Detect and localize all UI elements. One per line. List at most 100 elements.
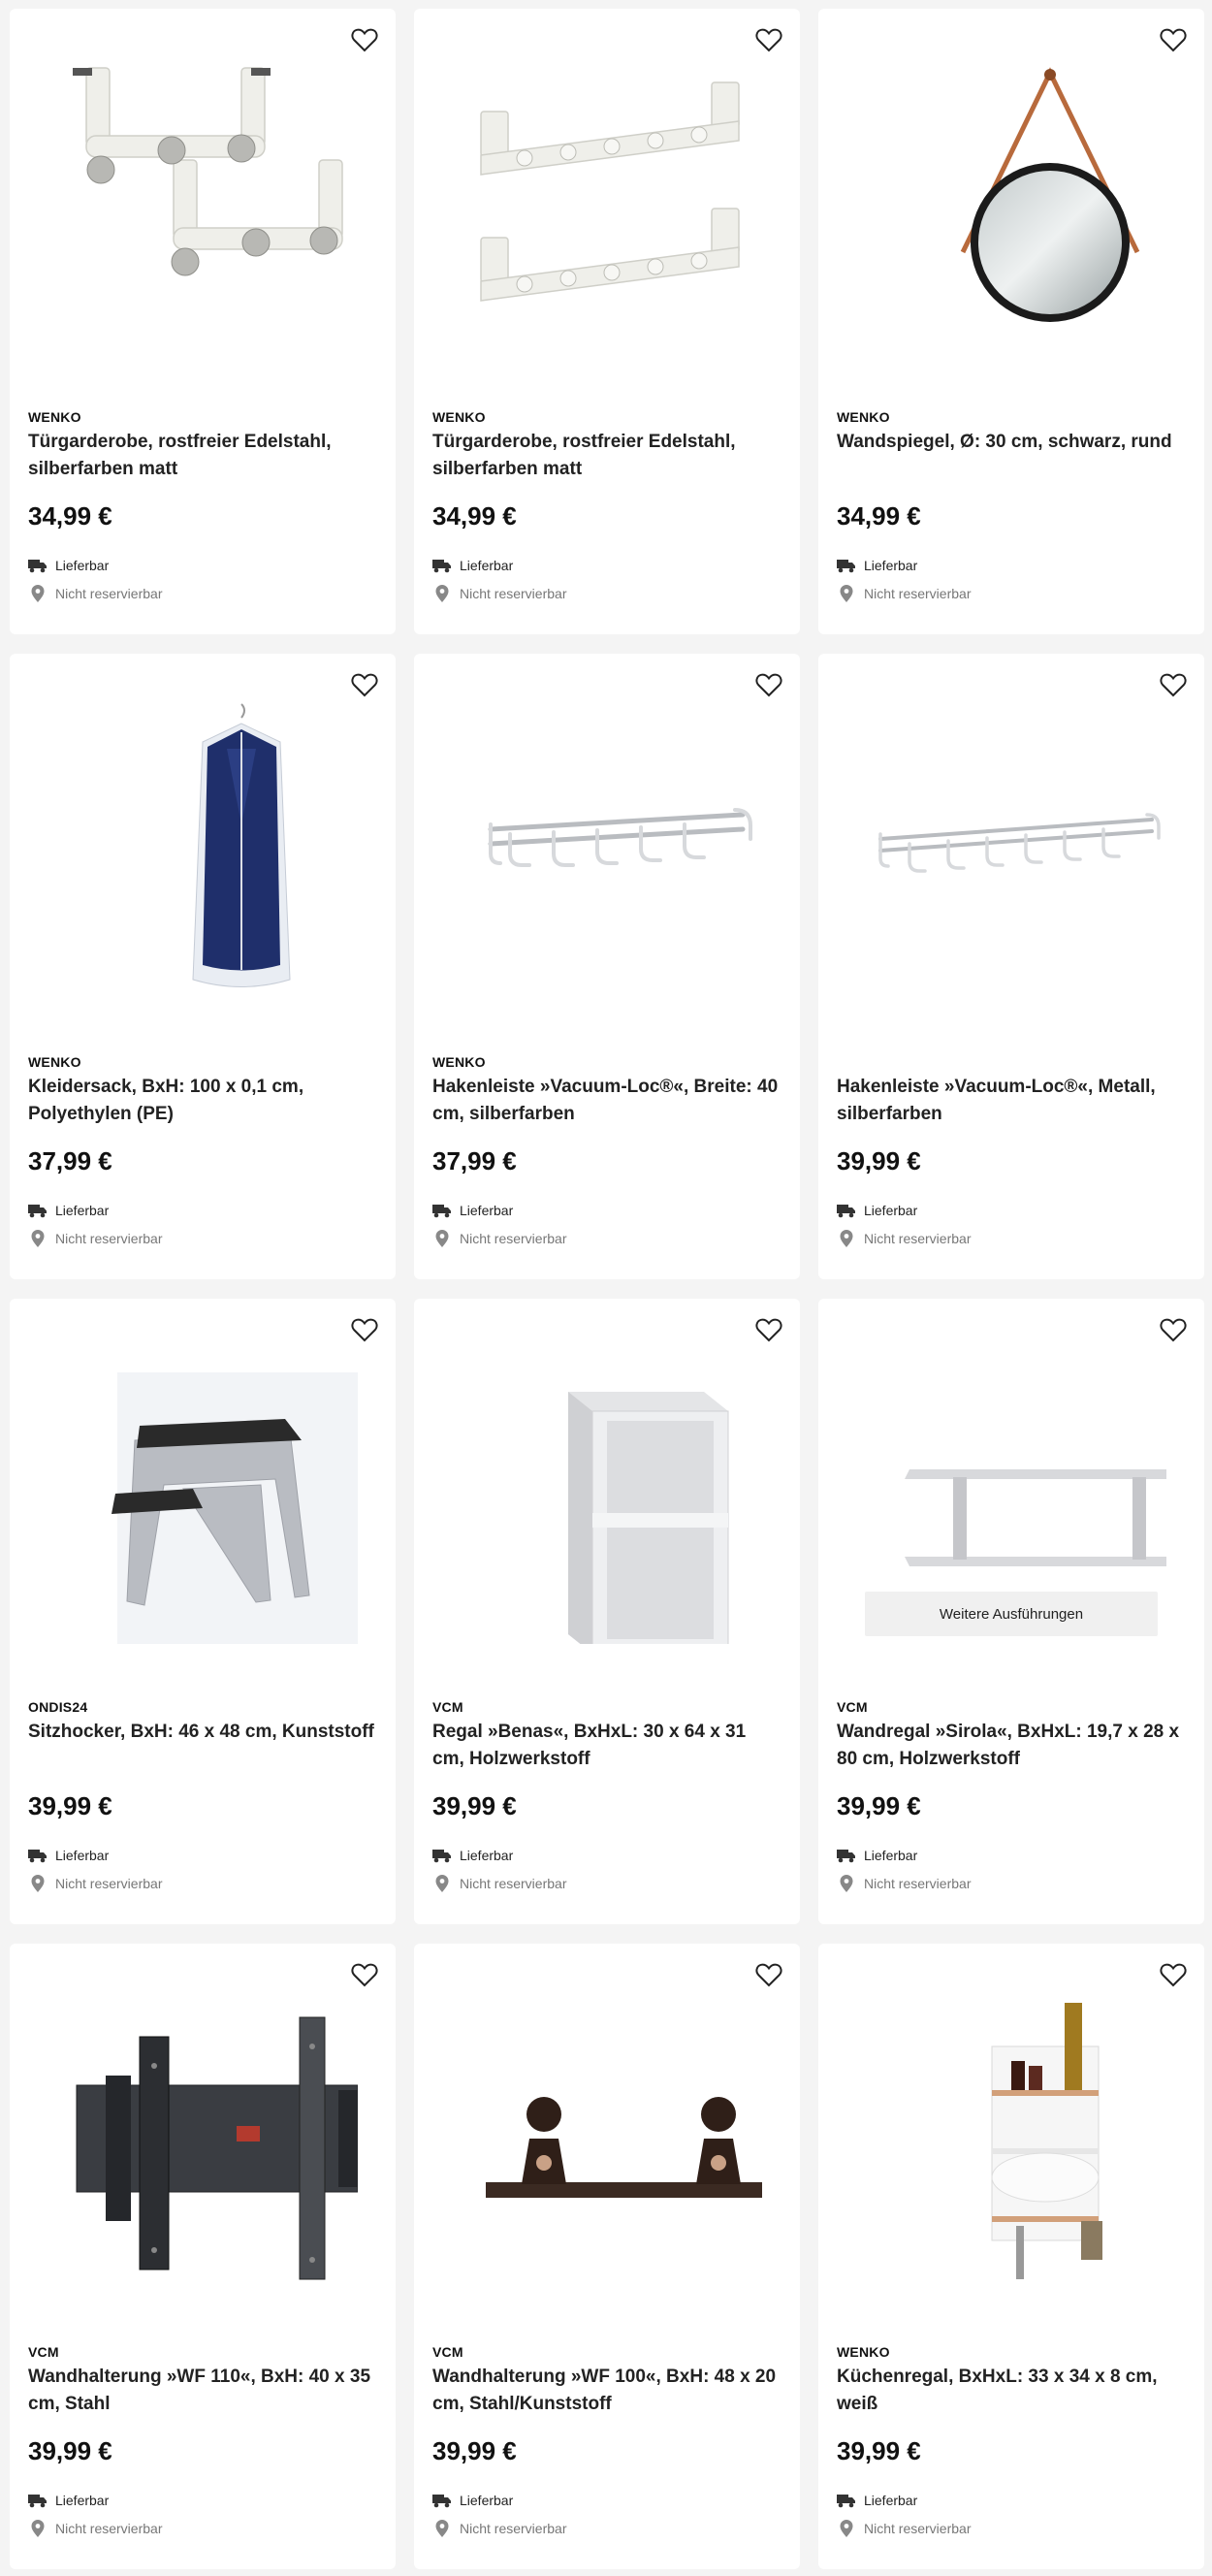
brand-label: VCM: [28, 2344, 59, 2360]
delivery-status: Lieferbar: [28, 1203, 109, 1218]
heart-outline-icon: [351, 1318, 378, 1342]
brand-label: WENKO: [28, 409, 81, 425]
delivery-label: Lieferbar: [864, 558, 918, 573]
wishlist-button[interactable]: [349, 24, 380, 55]
location-pin-icon: [435, 1230, 449, 1247]
wishlist-button[interactable]: [1158, 24, 1189, 55]
brand-label: WENKO: [432, 409, 486, 425]
product-price: 34,99 €: [432, 501, 517, 531]
product-card[interactable]: WENKO Türgarderobe, rostfreier Edelstahl…: [414, 9, 800, 634]
location-pin-icon: [840, 1875, 853, 1892]
product-title[interactable]: Türgarderobe, rostfreier Edelstahl, silb…: [28, 429, 377, 483]
product-card[interactable]: VCM Wandhalterung »WF 110«, BxH: 40 x 35…: [10, 1944, 396, 2569]
delivery-label: Lieferbar: [55, 2493, 110, 2508]
product-price: 39,99 €: [837, 2436, 921, 2465]
store-status: Nicht reservierbar: [28, 1229, 162, 1248]
delivery-status: Lieferbar: [432, 2493, 513, 2508]
heart-outline-icon: [755, 673, 782, 697]
delivery-status: Lieferbar: [28, 558, 109, 573]
brand-label: WENKO: [432, 1054, 486, 1070]
delivery-label: Lieferbar: [460, 2493, 514, 2508]
truck-icon: [837, 1205, 855, 1218]
wishlist-button[interactable]: [753, 1959, 784, 1990]
heart-outline-icon: [755, 1963, 782, 1987]
product-card[interactable]: VCM Regal »Benas«, BxHxL: 30 x 64 x 31 c…: [414, 1299, 800, 1924]
wishlist-button[interactable]: [753, 24, 784, 55]
product-title[interactable]: Wandregal »Sirola«, BxHxL: 19,7 x 28 x 8…: [837, 1719, 1186, 1773]
heart-outline-icon: [1160, 1963, 1187, 1987]
product-card[interactable]: WENKO Wandspiegel, Ø: 30 cm, schwarz, ru…: [818, 9, 1204, 634]
delivery-status: Lieferbar: [28, 1848, 109, 1863]
product-card[interactable]: VCM Wandhalterung »WF 100«, BxH: 48 x 20…: [414, 1944, 800, 2569]
heart-outline-icon: [1160, 28, 1187, 52]
brand-label: VCM: [432, 2344, 463, 2360]
wishlist-button[interactable]: [349, 1959, 380, 1990]
wishlist-button[interactable]: [1158, 1959, 1189, 1990]
product-price: 39,99 €: [28, 2436, 112, 2465]
wishlist-button[interactable]: [753, 1314, 784, 1345]
product-card[interactable]: Hakenleiste »Vacuum-Loc®«, Metall, silbe…: [818, 654, 1204, 1279]
product-title[interactable]: Wandspiegel, Ø: 30 cm, schwarz, rund: [837, 429, 1186, 456]
store-label: Nicht reservierbar: [460, 1876, 567, 1891]
wishlist-button[interactable]: [349, 669, 380, 700]
truck-icon: [28, 1205, 47, 1218]
product-title[interactable]: Türgarderobe, rostfreier Edelstahl, silb…: [432, 429, 781, 483]
product-card[interactable]: WENKO Küchenregal, BxHxL: 33 x 34 x 8 cm…: [818, 1944, 1204, 2569]
truck-icon: [28, 1850, 47, 1863]
wishlist-button[interactable]: [753, 669, 784, 700]
delivery-label: Lieferbar: [864, 1203, 918, 1218]
product-price: 39,99 €: [28, 1791, 112, 1820]
store-label: Nicht reservierbar: [864, 1876, 972, 1891]
truck-icon: [28, 560, 47, 573]
location-pin-icon: [31, 585, 45, 602]
product-title[interactable]: Wandhalterung »WF 100«, BxH: 48 x 20 cm,…: [432, 2364, 781, 2418]
store-label: Nicht reservierbar: [864, 586, 972, 601]
product-title[interactable]: Küchenregal, BxHxL: 33 x 34 x 8 cm, weiß: [837, 2364, 1186, 2418]
store-status: Nicht reservierbar: [28, 1874, 162, 1893]
product-title[interactable]: Wandhalterung »WF 110«, BxH: 40 x 35 cm,…: [28, 2364, 377, 2418]
heart-outline-icon: [351, 28, 378, 52]
product-title[interactable]: Hakenleiste »Vacuum-Loc®«, Breite: 40 cm…: [432, 1074, 781, 1128]
product-price: 37,99 €: [28, 1146, 112, 1175]
location-pin-icon: [435, 585, 449, 602]
product-title[interactable]: Regal »Benas«, BxHxL: 30 x 64 x 31 cm, H…: [432, 1719, 781, 1773]
store-label: Nicht reservierbar: [864, 2521, 972, 2536]
location-pin-icon: [435, 2520, 449, 2537]
garment-bag-image: [10, 654, 396, 1034]
store-status: Nicht reservierbar: [837, 1874, 971, 1893]
brand-label: VCM: [432, 1699, 463, 1715]
brand-label: VCM: [837, 1699, 868, 1715]
truck-icon: [432, 560, 451, 573]
brand-label: WENKO: [837, 409, 890, 425]
store-status: Nicht reservierbar: [432, 1874, 566, 1893]
product-title[interactable]: Hakenleiste »Vacuum-Loc®«, Metall, silbe…: [837, 1074, 1186, 1128]
kitchen-rack-image: [818, 1944, 1204, 2324]
more-variants-button[interactable]: Weitere Ausführungen: [865, 1592, 1158, 1636]
store-label: Nicht reservierbar: [460, 2521, 567, 2536]
product-title[interactable]: Kleidersack, BxH: 100 x 0,1 cm, Polyethy…: [28, 1074, 377, 1128]
location-pin-icon: [31, 1875, 45, 1892]
store-status: Nicht reservierbar: [28, 2519, 162, 2538]
product-card[interactable]: WENKO Hakenleiste »Vacuum-Loc®«, Breite:…: [414, 654, 800, 1279]
wishlist-button[interactable]: [349, 1314, 380, 1345]
delivery-label: Lieferbar: [55, 558, 110, 573]
delivery-label: Lieferbar: [55, 1848, 110, 1863]
truck-icon: [837, 2495, 855, 2508]
product-title[interactable]: Sitzhocker, BxH: 46 x 48 cm, Kunststoff: [28, 1719, 377, 1746]
store-label: Nicht reservierbar: [55, 2521, 163, 2536]
store-label: Nicht reservierbar: [460, 586, 567, 601]
delivery-status: Lieferbar: [28, 2493, 109, 2508]
wishlist-button[interactable]: [1158, 669, 1189, 700]
store-status: Nicht reservierbar: [837, 2519, 971, 2538]
heart-outline-icon: [351, 1963, 378, 1987]
product-price: 34,99 €: [28, 501, 112, 531]
product-card[interactable]: Weitere Ausführungen VCM Wandregal »Siro…: [818, 1299, 1204, 1924]
store-label: Nicht reservierbar: [55, 586, 163, 601]
store-status: Nicht reservierbar: [432, 1229, 566, 1248]
product-card[interactable]: WENKO Kleidersack, BxH: 100 x 0,1 cm, Po…: [10, 654, 396, 1279]
wishlist-button[interactable]: [1158, 1314, 1189, 1345]
store-status: Nicht reservierbar: [28, 584, 162, 603]
product-card[interactable]: WENKO Türgarderobe, rostfreier Edelstahl…: [10, 9, 396, 634]
location-pin-icon: [435, 1875, 449, 1892]
product-card[interactable]: ONDIS24 Sitzhocker, BxH: 46 x 48 cm, Kun…: [10, 1299, 396, 1924]
